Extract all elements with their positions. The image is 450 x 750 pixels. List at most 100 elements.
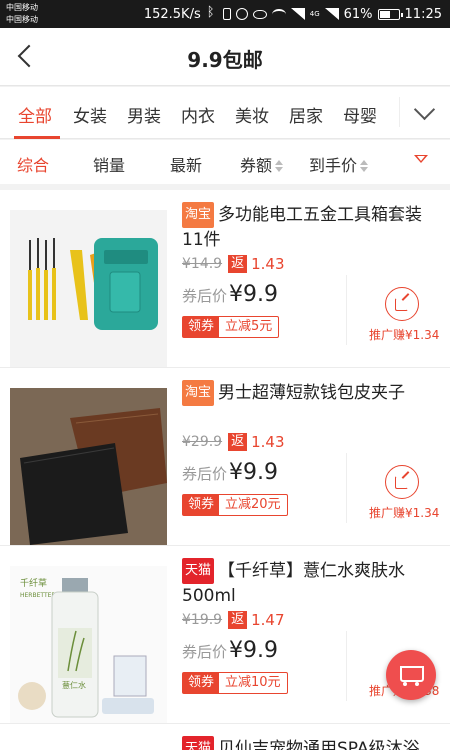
divider [346, 631, 347, 701]
coupon-label: 领券 [183, 317, 220, 337]
divider [346, 453, 347, 523]
divider [346, 275, 347, 345]
active-tab-indicator [14, 136, 60, 139]
filter-icon[interactable] [414, 155, 428, 167]
product-title[interactable]: 天猫 【千纤草】薏仁水爽肤水500ml [182, 558, 434, 608]
after-coupon-value: ¥9.9 [229, 638, 278, 663]
tab-men[interactable]: 男装 [127, 102, 161, 127]
rebate-amount: 1.43 [251, 255, 285, 273]
bluetooth-icon [206, 5, 218, 20]
category-tabs: 全部 女装 男装 内衣 美妆 居家 母婴 [0, 87, 450, 139]
status-bar: 中国移动 中国移动 152.5K/s 4G 61% 11:25 [0, 0, 450, 28]
sort-final-price[interactable]: 到手价 [309, 152, 369, 176]
sort-arrows-icon [360, 160, 369, 172]
brand-logo: 千纤草 [20, 577, 47, 589]
wifi-icon [271, 8, 286, 20]
share-icon[interactable] [385, 465, 419, 499]
price-row: ¥29.9 返 1.43 [182, 432, 285, 452]
cart-icon[interactable] [386, 650, 436, 700]
price-row: ¥14.9 返 1.43 [182, 254, 285, 274]
coupon-button[interactable]: 领券 立减20元 [182, 494, 288, 516]
product-title[interactable]: 淘宝 男士超薄短款钱包皮夹子 [182, 380, 434, 406]
product-title[interactable]: 天猫贝仙吉宠物通用SPA级沐浴露 [182, 736, 434, 750]
carrier-2: 中国移动 [6, 15, 38, 24]
tab-divider [399, 97, 400, 127]
after-coupon-price: 券后价 ¥9.9 [182, 638, 278, 663]
after-coupon-value: ¥9.9 [229, 282, 278, 307]
after-coupon-price: 券后价 ¥9.9 [182, 460, 278, 485]
tab-baby[interactable]: 母婴 [343, 102, 377, 127]
share-icon[interactable] [385, 287, 419, 321]
clock: 11:25 [404, 6, 442, 22]
promote-earn-label[interactable]: 推广赚¥1.34 [369, 504, 439, 521]
original-price: ¥19.9 [182, 612, 223, 628]
product-title-text: 贝仙吉宠物通用SPA级沐浴露 [218, 739, 420, 750]
tab-beauty[interactable]: 美妆 [235, 102, 269, 127]
tab-all[interactable]: 全部 [18, 102, 52, 127]
tab-underwear[interactable]: 内衣 [181, 102, 215, 127]
eye-comfort-icon [252, 9, 267, 19]
promote-earn-label[interactable]: 推广赚¥1.34 [369, 326, 439, 343]
product-item[interactable]: 天猫贝仙吉宠物通用SPA级沐浴露 [0, 724, 450, 750]
tab-home[interactable]: 居家 [289, 102, 323, 127]
product-image-shampoo[interactable] [10, 744, 167, 750]
battery-icon [377, 8, 403, 20]
chevron-down-icon[interactable] [412, 101, 438, 125]
after-coupon-price: 券后价 ¥9.9 [182, 282, 278, 307]
product-image-toolkit[interactable] [10, 210, 167, 367]
platform-badge: 天猫 [182, 736, 215, 750]
tab-women[interactable]: 女装 [73, 102, 107, 127]
top-nav: 9.9包邮 [0, 28, 450, 86]
rebate-amount: 1.43 [251, 433, 285, 451]
product-item[interactable]: 淘宝 多功能电工五金工具箱套装11件 ¥14.9 返 1.43 券后价 ¥9.9 … [0, 190, 450, 368]
coupon-label: 领券 [183, 495, 220, 515]
coupon-text: 立减5元 [225, 319, 273, 334]
product-item[interactable]: 千纤草 HERBETTER 薏仁水 天猫 【千纤草】薏仁水爽肤水500ml ¥19… [0, 546, 450, 724]
product-item[interactable]: 淘宝 男士超薄短款钱包皮夹子 ¥29.9 返 1.43 券后价 ¥9.9 领券 立… [0, 368, 450, 546]
coupon-button[interactable]: 领券 立减5元 [182, 316, 280, 338]
coupon-label: 领券 [183, 673, 220, 693]
platform-badge: 淘宝 [182, 380, 215, 406]
sort-arrows-icon [275, 160, 284, 172]
rebate-tag: 返 [228, 611, 248, 629]
coupon-button[interactable]: 领券 立减10元 [182, 672, 288, 694]
after-coupon-label: 券后价 [182, 287, 228, 305]
product-image-toner[interactable]: 千纤草 HERBETTER 薏仁水 [10, 566, 167, 723]
battery-level [379, 10, 390, 18]
signal-icon-2 [324, 8, 339, 20]
platform-badge: 淘宝 [182, 202, 215, 228]
original-price: ¥29.9 [182, 434, 223, 450]
after-coupon-value: ¥9.9 [229, 460, 278, 485]
network-type: 4G [309, 10, 320, 18]
sort-price-label: 到手价 [309, 156, 358, 175]
signal-icon [290, 8, 305, 20]
price-row: ¥19.9 返 1.47 [182, 610, 285, 630]
carrier-1: 中国移动 [6, 3, 38, 12]
product-title-text: 男士超薄短款钱包皮夹子 [218, 383, 406, 403]
sort-default[interactable]: 综合 [17, 152, 49, 176]
sort-bar: 综合 销量 最新 券额 到手价 [0, 140, 450, 184]
alarm-icon [235, 8, 248, 20]
sort-newest[interactable]: 最新 [170, 152, 202, 176]
status-icons: 152.5K/s 4G 61% 11:25 [144, 4, 442, 24]
page-title: 9.9包邮 [187, 48, 263, 72]
rebate-tag: 返 [228, 433, 248, 451]
brand-logo-en: HERBETTER [20, 592, 56, 599]
product-title[interactable]: 淘宝 多功能电工五金工具箱套装11件 [182, 202, 434, 252]
platform-badge: 天猫 [182, 558, 215, 584]
product-title-text: 【千纤草】薏仁水爽肤水500ml [182, 561, 406, 606]
battery-percent: 61% [343, 6, 373, 22]
rebate-amount: 1.47 [251, 611, 285, 629]
sort-coupon-label: 券额 [240, 156, 273, 175]
product-list: 淘宝 多功能电工五金工具箱套装11件 ¥14.9 返 1.43 券后价 ¥9.9 … [0, 190, 450, 750]
product-image-wallet[interactable] [10, 388, 167, 545]
sort-coupon-amount[interactable]: 券额 [240, 152, 284, 176]
vibrate-icon [222, 8, 231, 20]
original-price: ¥14.9 [182, 256, 223, 272]
sort-sales[interactable]: 销量 [93, 152, 125, 176]
tab-fade [390, 93, 404, 133]
bottle-label: 薏仁水 [62, 680, 86, 690]
coupon-text: 立减20元 [225, 497, 281, 512]
coupon-text: 立减10元 [225, 675, 281, 690]
after-coupon-label: 券后价 [182, 643, 228, 661]
